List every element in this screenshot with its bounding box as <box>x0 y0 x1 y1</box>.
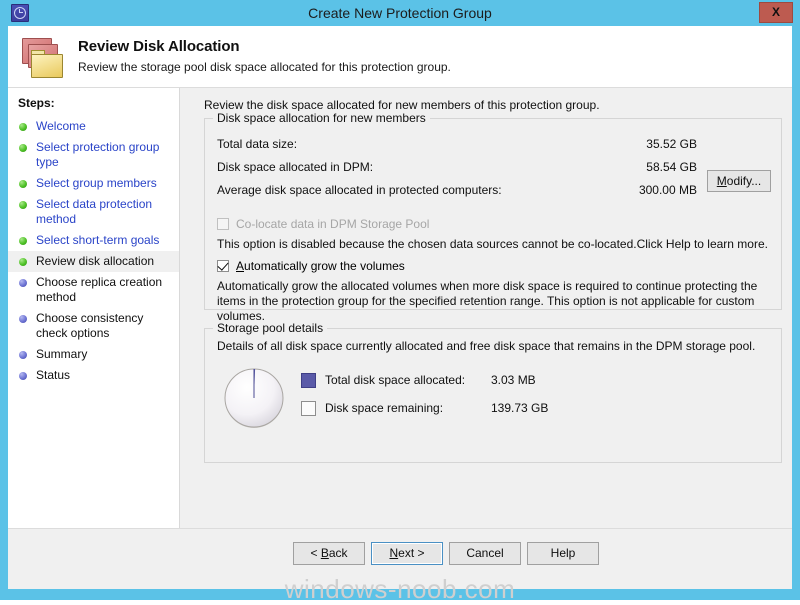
pool-description: Details of all disk space currently allo… <box>217 339 756 353</box>
content-pane: Review the disk space allocated for new … <box>180 88 792 528</box>
legend-label-remaining: Disk space remaining: <box>325 401 444 415</box>
step-label: Choose consistency check options <box>36 311 144 340</box>
disk-space-allocation-group: Disk space allocation for new members To… <box>204 111 782 323</box>
sidebar-item-select-group-members[interactable]: Select group members <box>8 173 179 194</box>
cancel-button[interactable]: Cancel <box>449 542 521 565</box>
step-label: Summary <box>36 347 88 361</box>
step-bullet-icon <box>19 258 27 266</box>
dpm-allocated-label: Disk space allocated in DPM: <box>217 160 374 174</box>
storage-pool-details-group: Storage pool details Details of all disk… <box>204 321 782 463</box>
modify-button[interactable]: Modify... <box>707 170 771 192</box>
step-label: Review disk allocation <box>36 254 155 268</box>
average-allocated-label: Average disk space allocated in protecte… <box>217 183 502 197</box>
autogrow-note: Automatically grow the allocated volumes… <box>217 279 758 323</box>
step-label: Select short-term goals <box>36 233 160 247</box>
total-data-size-value: 35.52 GB <box>646 137 697 151</box>
steps-heading: Steps: <box>18 96 55 110</box>
back-button[interactable]: < Back <box>293 542 365 565</box>
page-title: Review Disk Allocation <box>78 38 240 55</box>
average-allocated-value: 300.00 MB <box>638 183 697 197</box>
close-icon[interactable]: X <box>759 2 793 23</box>
step-bullet-icon <box>19 351 27 359</box>
step-label: Status <box>36 368 71 382</box>
folders-icon <box>20 36 68 80</box>
steps-list: Welcome Select protection group type Sel… <box>8 116 179 386</box>
sidebar-item-select-data-protection-method[interactable]: Select data protection method <box>8 194 179 230</box>
modify-accel: M <box>716 174 727 188</box>
dialog-body: Review Disk Allocation Review the storag… <box>8 26 792 604</box>
modify-rest: odify... <box>726 174 762 188</box>
step-label: Select data protection method <box>36 197 153 226</box>
legend-label-allocated: Total disk space allocated: <box>325 373 466 387</box>
intro-text: Review the disk space allocated for new … <box>204 98 600 112</box>
group-title: Disk space allocation for new members <box>213 111 430 125</box>
dpm-allocated-value: 58.54 GB <box>646 160 697 174</box>
sidebar-item-welcome[interactable]: Welcome <box>8 116 179 137</box>
help-button[interactable]: Help <box>527 542 599 565</box>
next-button[interactable]: Next > <box>371 542 443 565</box>
checkmark-icon <box>217 259 229 271</box>
step-bullet-icon <box>19 237 27 245</box>
sidebar-item-choose-consistency-check-options[interactable]: Choose consistency check options <box>8 308 179 344</box>
step-bullet-icon <box>19 372 27 380</box>
sidebar-item-select-short-term-goals[interactable]: Select short-term goals <box>8 230 179 251</box>
checkbox-box-icon <box>217 218 229 230</box>
step-label: Select group members <box>36 176 157 190</box>
step-label: Welcome <box>36 119 86 133</box>
colocate-note: This option is disabled because the chos… <box>217 237 768 251</box>
storage-pool-pie-chart <box>224 368 284 428</box>
step-bullet-icon <box>19 315 27 323</box>
page-subtitle: Review the storage pool disk space alloc… <box>78 60 451 74</box>
sidebar-item-summary[interactable]: Summary <box>8 344 179 365</box>
legend-value-allocated: 3.03 MB <box>491 373 536 387</box>
step-bullet-icon <box>19 123 27 131</box>
title-bar: Create New Protection Group X <box>0 0 800 26</box>
step-label: Choose replica creation method <box>36 275 163 304</box>
dialog-window: Create New Protection Group X Review Dis… <box>0 0 800 604</box>
autogrow-checkbox-label: Automatically grow the volumes <box>236 259 405 273</box>
sidebar-item-select-protection-group-type[interactable]: Select protection group type <box>8 137 179 173</box>
wizard-header: Review Disk Allocation Review the storag… <box>8 26 792 88</box>
legend-value-remaining: 139.73 GB <box>491 401 549 415</box>
step-bullet-icon <box>19 180 27 188</box>
step-bullet-icon <box>19 201 27 209</box>
sidebar-item-review-disk-allocation[interactable]: Review disk allocation <box>8 251 179 272</box>
total-data-size-label: Total data size: <box>217 137 298 151</box>
checkbox-box-icon <box>217 259 229 272</box>
footer-button-bar: < Back Next > Cancel Help <box>8 528 792 589</box>
step-bullet-icon <box>19 279 27 287</box>
sidebar-item-choose-replica-creation-method[interactable]: Choose replica creation method <box>8 272 179 308</box>
step-label: Select protection group type <box>36 140 160 169</box>
step-bullet-icon <box>19 144 27 152</box>
legend-swatch-allocated <box>301 373 316 388</box>
legend-swatch-remaining <box>301 401 316 416</box>
group-title: Storage pool details <box>213 321 328 335</box>
colocate-checkbox-label: Co-locate data in DPM Storage Pool <box>236 217 430 231</box>
window-title: Create New Protection Group <box>308 5 492 21</box>
sidebar-item-status[interactable]: Status <box>8 365 179 386</box>
steps-sidebar: Steps: Welcome Select protection group t… <box>8 88 180 528</box>
